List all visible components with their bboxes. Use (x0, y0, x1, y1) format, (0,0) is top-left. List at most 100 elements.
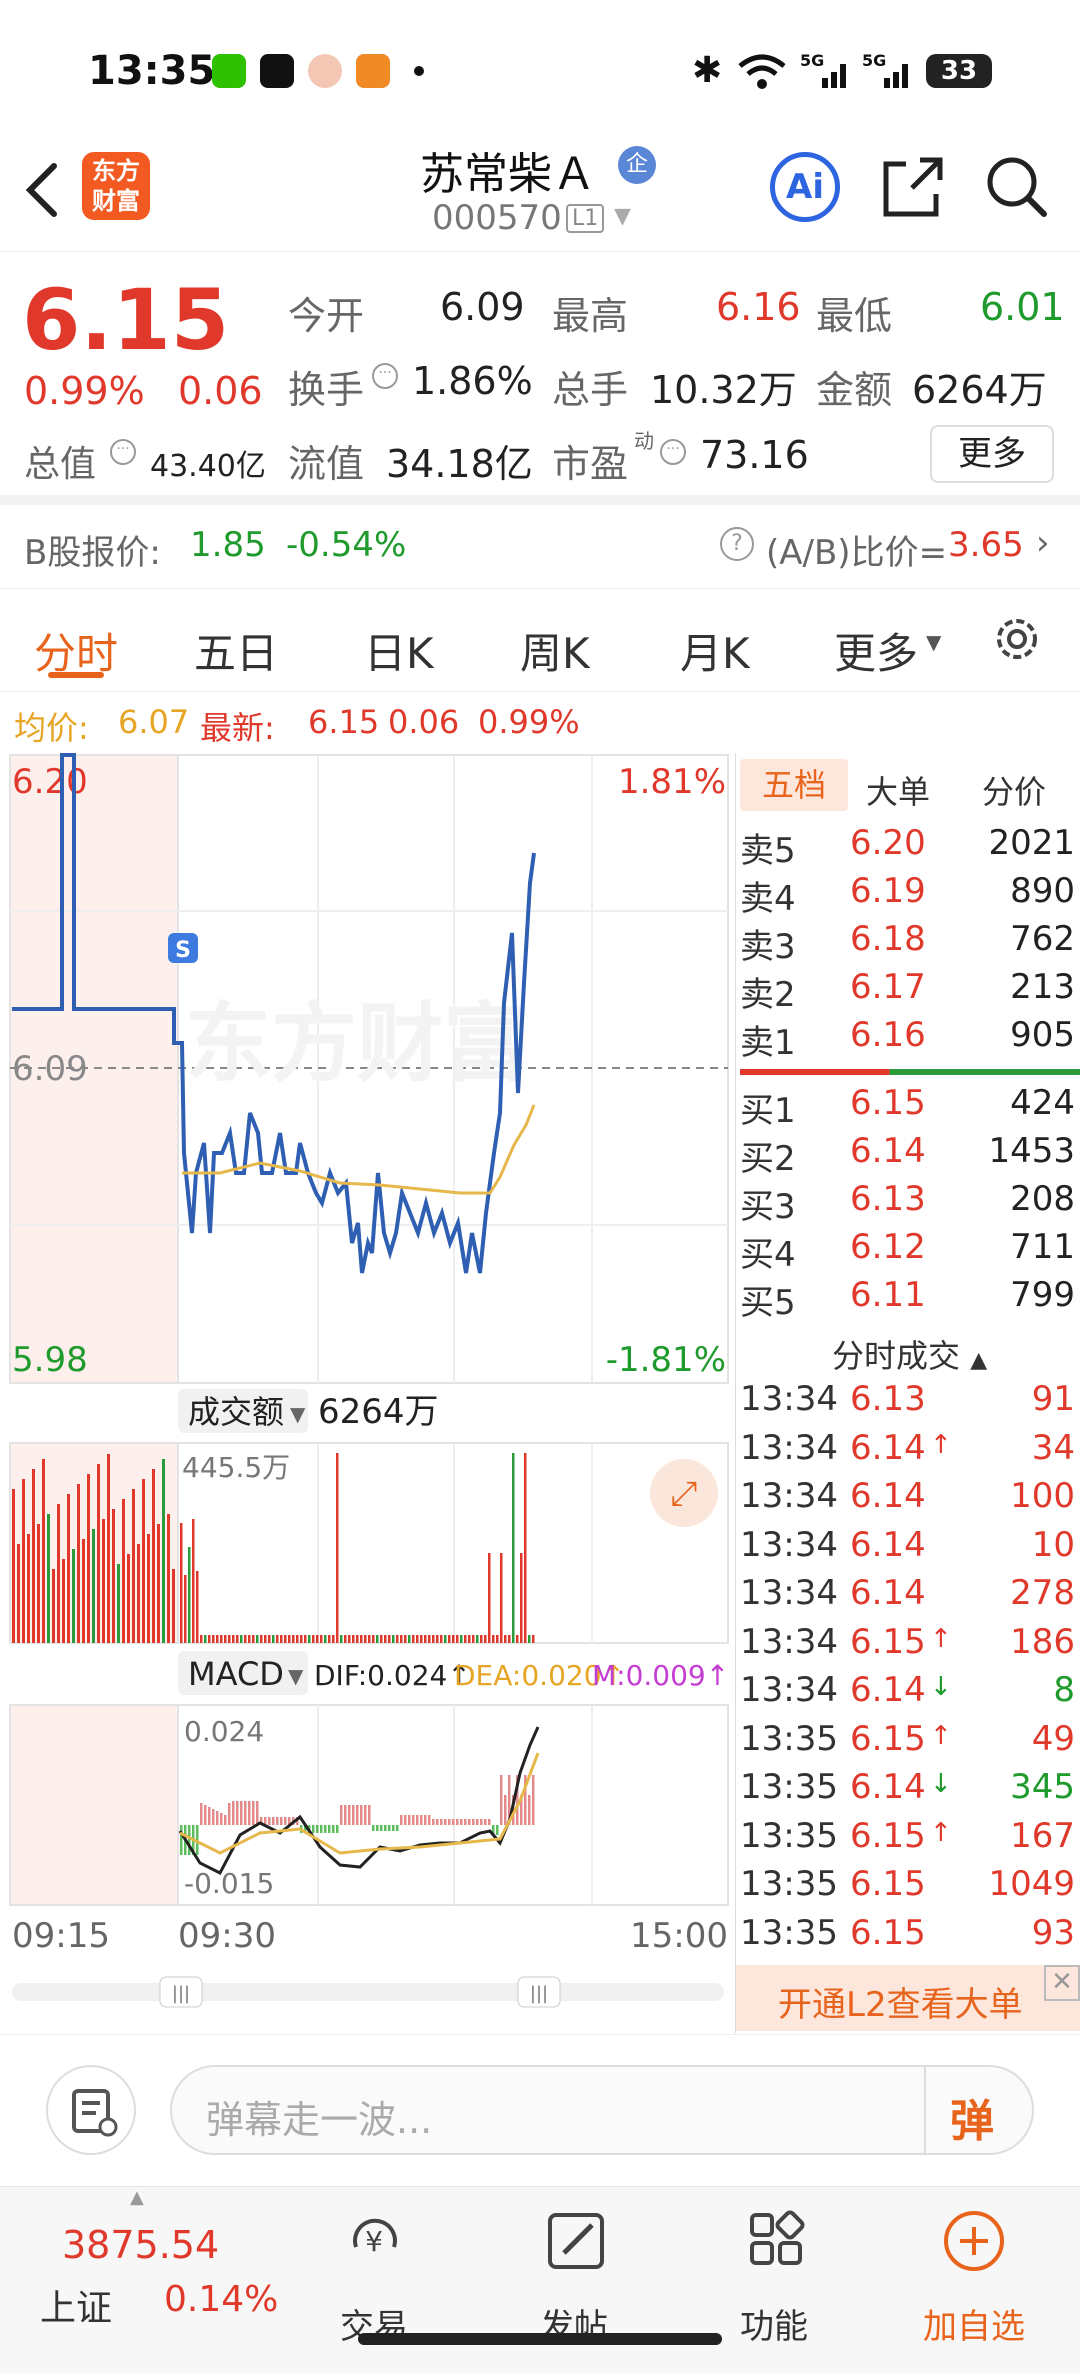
bid-price: 6.14 (850, 1131, 926, 1171)
amount-value: 6264万 (912, 368, 1047, 412)
bottom-nav: ▲ 3875.54 上证 0.14% ¥ 交易 发帖 功能 加自选 (0, 2186, 1080, 2373)
ask-row[interactable]: 卖4 6.19 890 (740, 871, 1075, 919)
range-scroller-track[interactable] (12, 1983, 724, 2001)
volume-bar (320, 1635, 323, 1643)
trade-price: 6.13 (850, 1379, 926, 1419)
macd-selector-label: MACD (188, 1655, 284, 1693)
bid-row[interactable]: 买3 6.13 208 (740, 1179, 1075, 1227)
macd-bar (356, 1805, 359, 1825)
trade-price: 6.14 (850, 1524, 926, 1565)
volume-bar (416, 1635, 419, 1643)
trades-title[interactable]: 分时成交 ▲ (832, 1331, 987, 1377)
tab-monthly-k[interactable]: 月K (680, 620, 750, 681)
app-header: 东方 财富 苏常柴Ａ 企 000570 L1 ▼ Ai (0, 130, 1080, 252)
tab-weekly-k[interactable]: 周K (520, 620, 590, 681)
trades-caret-icon: ▲ (970, 1348, 988, 1373)
volume-bar (224, 1635, 227, 1643)
nav-functions[interactable]: 功能 (704, 2207, 844, 2348)
macd-bar (332, 1825, 335, 1833)
low-value: 6.01 (980, 285, 1065, 329)
share-icon[interactable] (880, 154, 946, 220)
b-share-row[interactable]: B股报价: 1.85 -0.54% ? (A/B)比价= 3.65 › (0, 505, 1080, 589)
l2-close-icon[interactable]: ✕ (1044, 1965, 1080, 2001)
svg-text:¥: ¥ (365, 2225, 383, 2258)
intraday-chart[interactable]: 东方财富 6.20 6.09 5.98 1.81% -1.81% S 成交额 ▼… (0, 753, 735, 2033)
volume-bar (488, 1553, 491, 1643)
nav-post[interactable]: 发帖 (504, 2207, 644, 2348)
more-button[interactable]: 更多 (930, 425, 1054, 483)
macd-bar (400, 1815, 403, 1825)
ob-tab-five-level[interactable]: 五档 (740, 759, 848, 811)
tab-daily-k[interactable]: 日K (364, 620, 434, 681)
trade-price: 6.15 (850, 1815, 926, 1856)
help-icon[interactable]: ? (720, 527, 754, 561)
mcap-info-icon[interactable]: ··· (110, 439, 136, 465)
search-icon[interactable] (984, 154, 1050, 220)
nav-trade[interactable]: ¥ 交易 (304, 2207, 444, 2348)
volume-bar (400, 1635, 403, 1643)
ask-row[interactable]: 卖3 6.18 762 (740, 919, 1075, 967)
bid-row[interactable]: 买1 6.15 424 (740, 1083, 1075, 1131)
trade-time: 13:34 (740, 1573, 838, 1613)
volume-bar (216, 1635, 219, 1643)
status-bar: 13:35 ✱ 5G 5G 33 (0, 0, 1080, 130)
trade-price: 6.15 (850, 1864, 926, 1904)
pe-info-icon[interactable]: ··· (660, 439, 686, 465)
macd-bar (416, 1815, 419, 1825)
turnover-info-icon[interactable]: ··· (372, 363, 398, 389)
ask-row[interactable]: 卖5 6.20 2021 (740, 823, 1075, 871)
tab-five-day[interactable]: 五日 (194, 620, 278, 681)
bid-row[interactable]: 买2 6.14 1453 (740, 1131, 1075, 1179)
ask-row[interactable]: 卖1 6.16 905 (740, 1015, 1075, 1063)
trade-row: 13:35 6.15 ↑ 49 (740, 1719, 1075, 1767)
macd-bar (460, 1819, 463, 1825)
settings-gear-icon[interactable] (990, 612, 1044, 666)
tab-more[interactable]: 更多 (834, 620, 918, 681)
y-high-label: 6.20 (12, 762, 88, 802)
trade-volume: 186 (1010, 1621, 1075, 1662)
bid-price: 6.11 (850, 1275, 926, 1315)
trade-row: 13:34 6.13 91 (740, 1379, 1075, 1427)
back-icon[interactable] (22, 160, 62, 220)
volume-bar (496, 1635, 499, 1643)
trade-volume: 1049 (988, 1864, 1075, 1904)
volume-bar (157, 1524, 160, 1643)
app-notify-icon (356, 54, 390, 88)
index-widget[interactable]: ▲ 3875.54 上证 0.14% (40, 2187, 290, 2374)
bid-row[interactable]: 买5 6.11 799 (740, 1275, 1075, 1323)
volume-bar (404, 1635, 407, 1643)
macd-bar (232, 1801, 235, 1825)
volume-bar (324, 1635, 327, 1643)
volume-bar (82, 1539, 85, 1643)
macd-bar (208, 1807, 211, 1825)
bid-row[interactable]: 买4 6.12 711 (740, 1227, 1075, 1275)
trade-row: 13:34 6.14 ↑ 34 (740, 1428, 1075, 1476)
danmu-toggle-icon[interactable]: 弹 (950, 2085, 994, 2149)
notes-button[interactable] (46, 2065, 136, 2155)
volume-bar (42, 1459, 45, 1643)
macd-bar (468, 1819, 471, 1825)
volume-bar (240, 1635, 243, 1643)
l2-banner-text[interactable]: 开通L2查看大单 (778, 1977, 1023, 2026)
trade-time: 13:34 (740, 1427, 838, 1468)
ask-row[interactable]: 卖2 6.17 213 (740, 967, 1075, 1015)
bid-price: 6.15 (850, 1083, 926, 1123)
trade-time: 13:35 (740, 1815, 838, 1856)
volume-bar (460, 1635, 463, 1643)
macd-bar (224, 1815, 227, 1825)
low-label: 最低 (816, 294, 893, 338)
nav-add-watchlist[interactable]: 加自选 (904, 2207, 1044, 2348)
code-dropdown-icon[interactable]: ▼ (614, 204, 631, 229)
mcap-value: 43.40亿 (150, 449, 266, 484)
ob-tab-big-order[interactable]: 大单 (866, 767, 930, 813)
macd-bar (280, 1817, 283, 1825)
volume-bar (392, 1635, 395, 1643)
volume-bar (424, 1635, 427, 1643)
volume-bar (22, 1479, 25, 1643)
ob-tab-price-dist[interactable]: 分价 (982, 767, 1046, 813)
volume-bar (492, 1635, 495, 1643)
ai-button[interactable]: Ai (770, 152, 840, 222)
macd-bar (252, 1801, 255, 1825)
volume-bar (97, 1464, 100, 1643)
bid-price: 6.13 (850, 1179, 926, 1219)
